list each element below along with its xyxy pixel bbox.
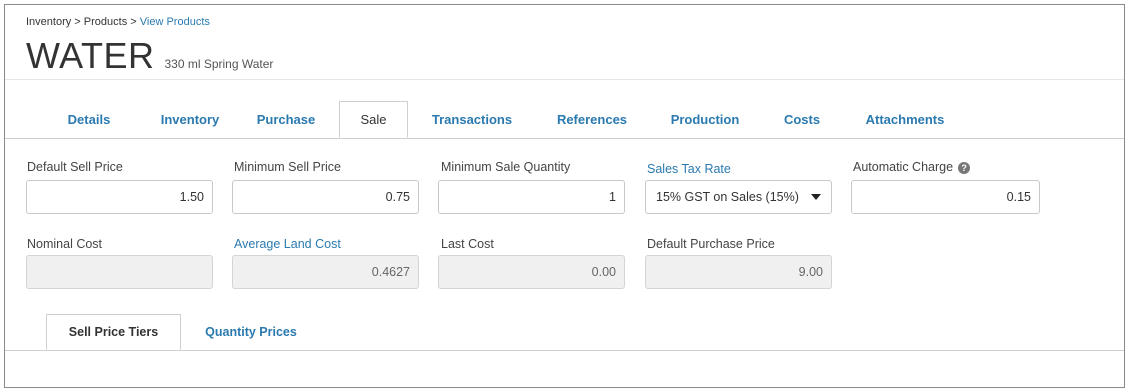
average-land-cost-label[interactable]: Average Land Cost xyxy=(234,237,341,251)
breadcrumb-view-products[interactable]: View Products xyxy=(140,16,210,28)
automatic-charge-label: Automatic Charge? xyxy=(853,160,971,174)
product-code-title: WATER xyxy=(26,35,155,76)
average-land-cost-input: 0.4627 xyxy=(232,255,419,289)
page-title-row: WATER 330 ml Spring Water xyxy=(26,36,273,76)
minimum-sale-quantity-input[interactable]: 1 xyxy=(438,180,625,214)
default-purchase-price-label: Default Purchase Price xyxy=(647,237,775,251)
price-subtabs: Sell Price Tiers Quantity Prices xyxy=(5,314,1124,351)
product-tabs: Details Inventory Purchase Sale Transact… xyxy=(5,101,1124,139)
breadcrumb-inventory[interactable]: Inventory xyxy=(26,16,71,28)
product-description: 330 ml Spring Water xyxy=(164,57,274,71)
last-cost-input: 0.00 xyxy=(438,255,625,289)
breadcrumb-separator: > xyxy=(71,16,84,28)
minimum-sale-quantity-label: Minimum Sale Quantity xyxy=(441,160,571,174)
chevron-down-icon xyxy=(811,194,821,200)
tab-costs[interactable]: Costs xyxy=(775,102,829,138)
sales-tax-rate-value: 15% GST on Sales (15%) xyxy=(656,190,799,204)
default-sell-price-label: Default Sell Price xyxy=(27,160,123,174)
automatic-charge-label-text: Automatic Charge xyxy=(853,160,954,174)
default-purchase-price-input: 9.00 xyxy=(645,255,832,289)
tab-inventory[interactable]: Inventory xyxy=(145,102,235,138)
nominal-cost-input xyxy=(26,255,213,289)
tab-references[interactable]: References xyxy=(545,102,639,138)
tab-attachments[interactable]: Attachments xyxy=(855,102,955,138)
breadcrumb-separator: > xyxy=(127,16,140,28)
tab-sale[interactable]: Sale xyxy=(339,101,408,138)
minimum-sell-price-input[interactable]: 0.75 xyxy=(232,180,419,214)
product-view-panel: Inventory > Products > View Products WAT… xyxy=(4,4,1125,388)
breadcrumb: Inventory > Products > View Products xyxy=(26,16,210,28)
nominal-cost-label: Nominal Cost xyxy=(27,237,103,251)
breadcrumb-products[interactable]: Products xyxy=(84,16,127,28)
tab-transactions[interactable]: Transactions xyxy=(423,102,521,138)
header-divider xyxy=(5,79,1124,80)
tab-details[interactable]: Details xyxy=(49,102,129,138)
last-cost-label: Last Cost xyxy=(441,237,494,251)
sales-tax-rate-label[interactable]: Sales Tax Rate xyxy=(647,162,731,176)
question-circle-icon[interactable]: ? xyxy=(958,161,971,174)
tab-production[interactable]: Production xyxy=(661,102,749,138)
automatic-charge-input[interactable]: 0.15 xyxy=(851,180,1040,214)
tab-purchase[interactable]: Purchase xyxy=(245,102,327,138)
subtab-sell-price-tiers[interactable]: Sell Price Tiers xyxy=(46,314,181,350)
default-sell-price-input[interactable]: 1.50 xyxy=(26,180,213,214)
minimum-sell-price-label: Minimum Sell Price xyxy=(234,160,341,174)
sales-tax-rate-select[interactable]: 15% GST on Sales (15%) xyxy=(645,180,832,214)
subtab-quantity-prices[interactable]: Quantity Prices xyxy=(191,315,311,350)
